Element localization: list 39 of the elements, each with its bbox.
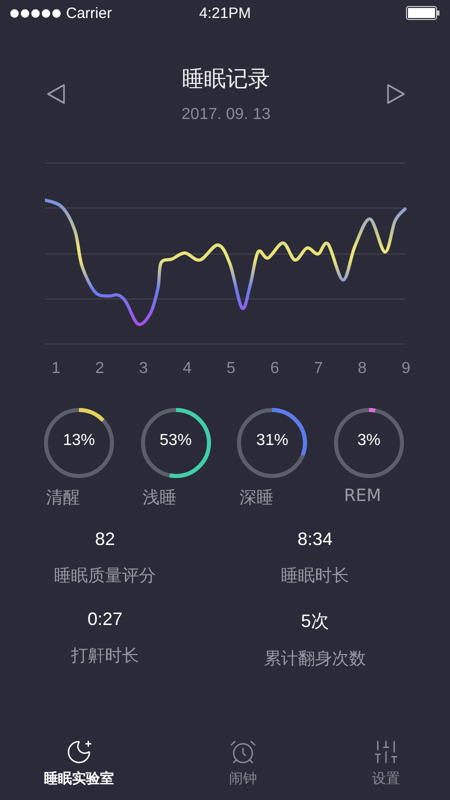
signal-icon bbox=[10, 8, 62, 18]
tab[interactable]: 闹钟 bbox=[229, 738, 257, 796]
hour-label: 2 bbox=[94, 360, 106, 378]
hour-label: 1 bbox=[50, 360, 62, 378]
hour-label: 7 bbox=[313, 360, 324, 378]
hour-label: 4 bbox=[182, 360, 193, 378]
status-time: 4:21PM bbox=[198, 4, 252, 22]
tab[interactable]: 设置 bbox=[372, 738, 400, 796]
stage-label: 深睡 bbox=[239, 487, 274, 509]
percent-reading: 31% bbox=[255, 432, 290, 450]
stat-label: 睡眠质量评分 bbox=[54, 565, 156, 587]
stat-label: 打鼾时长 bbox=[71, 645, 139, 667]
stage-label: REM bbox=[344, 486, 382, 506]
stat-value: 0:27 bbox=[87, 609, 123, 630]
tab[interactable]: 睡眠实验室 bbox=[44, 738, 114, 796]
battery-icon bbox=[406, 6, 440, 20]
stat-value: 82 bbox=[94, 529, 116, 550]
next-arrow-icon[interactable] bbox=[386, 83, 406, 105]
percent-reading: 13% bbox=[62, 432, 96, 450]
hour-label: 5 bbox=[226, 360, 236, 378]
hour-label: 3 bbox=[138, 360, 149, 378]
stage-label: 清醒 bbox=[46, 487, 80, 509]
hour-label: 9 bbox=[400, 360, 412, 378]
hour-label: 8 bbox=[356, 360, 368, 378]
percent-reading: 53% bbox=[158, 432, 193, 450]
stat-label: 累计翻身次数 bbox=[264, 648, 366, 670]
alarm-clock-icon bbox=[229, 738, 257, 766]
moon-star-icon bbox=[65, 738, 93, 766]
stat-value: 5次 bbox=[300, 610, 329, 633]
stat-value: 8:34 bbox=[297, 529, 333, 550]
stage-label: 浅睡 bbox=[142, 487, 177, 509]
carrier-name: Carrier bbox=[66, 4, 112, 22]
sliders-icon bbox=[372, 738, 400, 766]
previous-arrow-icon[interactable] bbox=[46, 83, 66, 105]
percent-reading: 3% bbox=[356, 432, 382, 450]
hour-label: 6 bbox=[269, 360, 280, 378]
record-date: 2017. 09. 13 bbox=[182, 106, 270, 124]
stat-label: 睡眠时长 bbox=[281, 565, 349, 587]
page-title: 睡眠记录 bbox=[182, 66, 270, 94]
